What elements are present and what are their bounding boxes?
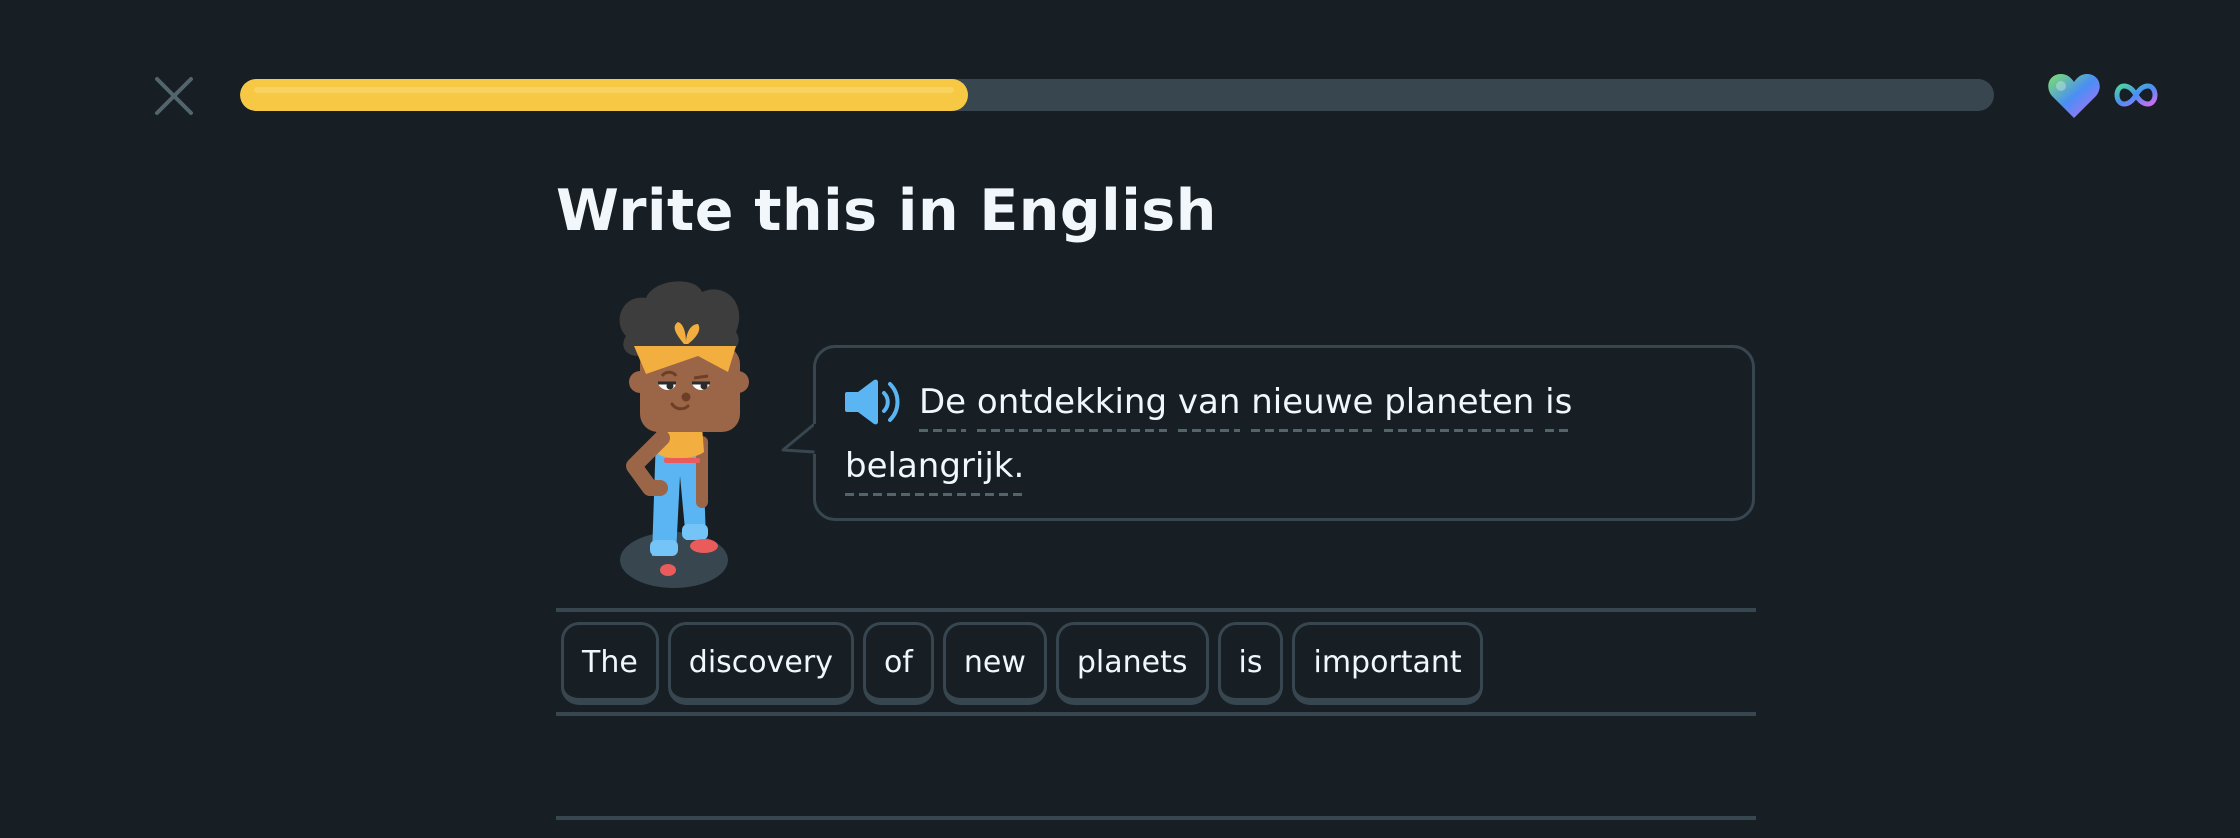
prompt-sentence: De ontdekking van nieuwe planeten is bel… — [845, 370, 1725, 498]
prompt-word[interactable]: planeten — [1384, 381, 1535, 432]
character-illustration — [606, 276, 756, 594]
challenge-title: Write this in English — [556, 178, 1217, 244]
close-icon — [155, 77, 193, 115]
speech-bubble-tail — [781, 421, 820, 460]
prompt-word[interactable]: nieuwe — [1251, 381, 1374, 432]
character-icon — [619, 281, 749, 588]
prompt-word[interactable]: De — [919, 381, 967, 432]
word-chip[interactable]: is — [1217, 622, 1284, 705]
lesson-progress-bar — [240, 79, 1994, 111]
word-chip[interactable]: of — [862, 622, 934, 705]
hearts-indicator[interactable] — [2046, 72, 2102, 120]
word-chip[interactable]: planets — [1055, 622, 1209, 705]
prompt-word[interactable]: is — [1545, 381, 1573, 432]
word-chip[interactable]: The — [561, 622, 659, 705]
prompt-word[interactable]: ontdekking — [976, 381, 1168, 432]
answer-line-middle — [556, 712, 1756, 716]
heart-icon — [2048, 73, 2100, 118]
prompt-word[interactable]: belangrijk. — [845, 445, 1025, 496]
hearts-count — [2114, 82, 2158, 108]
word-chip[interactable]: important — [1292, 622, 1483, 705]
word-chip[interactable]: new — [942, 622, 1047, 705]
word-bank: The discovery of new planets is importan… — [561, 622, 1483, 705]
answer-line-top — [556, 608, 1756, 612]
word-chip[interactable]: discovery — [667, 622, 854, 705]
progress-shine — [254, 87, 954, 93]
prompt-word[interactable]: van — [1177, 381, 1240, 432]
progress-fill — [240, 79, 968, 111]
infinity-icon — [2114, 83, 2158, 107]
close-button[interactable] — [152, 74, 196, 118]
answer-line-bottom — [556, 816, 1756, 820]
